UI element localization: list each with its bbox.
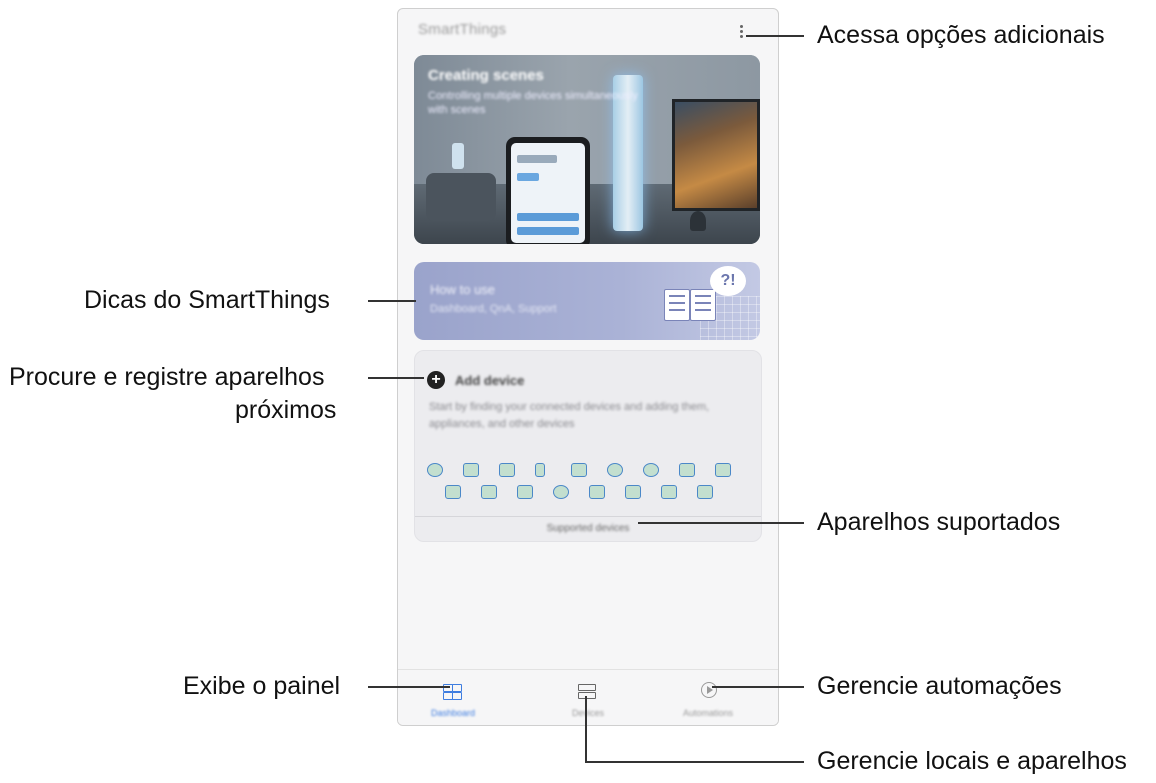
annotation-tips: Dicas do SmartThings	[84, 286, 330, 314]
annotation-locations-devices: Gerencie locais e aparelhos	[817, 747, 1127, 775]
tab-dashboard-label: Dashboard	[430, 708, 476, 718]
tab-devices-label: Devices	[571, 708, 604, 718]
app-title: SmartThings	[418, 21, 507, 38]
bottom-navigation: Dashboard Devices Automations	[398, 669, 778, 725]
sofa-illustration	[426, 173, 496, 221]
tv-illustration	[672, 99, 760, 211]
annotation-automations: Gerencie automações	[817, 672, 1062, 700]
callout-line-add	[368, 377, 424, 379]
callout-line-supported	[638, 522, 804, 524]
annotation-search-register-line1: Procure e registre aparelhos	[9, 363, 325, 391]
callout-line-automations	[712, 686, 804, 688]
supported-devices-label: Supported devices	[546, 523, 630, 534]
phone-illustration-screen	[511, 143, 585, 243]
lamp-illustration	[452, 143, 464, 169]
tab-devices[interactable]: Devices	[533, 670, 643, 725]
callout-line-tips	[368, 300, 416, 302]
callout-line-devices-vertical	[585, 696, 587, 762]
add-device-title[interactable]: Add device	[455, 373, 524, 388]
annotation-dashboard: Exibe o painel	[183, 672, 341, 700]
book-icon	[664, 289, 720, 323]
tab-automations[interactable]: Automations	[653, 670, 763, 725]
phone-illustration	[506, 137, 590, 244]
supported-device-icons	[425, 463, 751, 513]
devices-icon	[578, 684, 596, 699]
callout-line-devices-horizontal	[585, 761, 804, 763]
callout-line-more	[746, 35, 804, 37]
more-options-icon[interactable]	[736, 23, 746, 43]
phone-screen: SmartThings Creating scenes Controlling …	[397, 8, 779, 726]
supported-devices-button[interactable]: Supported devices	[415, 516, 761, 541]
speaker-illustration	[690, 211, 706, 231]
annotation-more-options: Acessa opções adicionais	[817, 21, 1105, 49]
annotation-supported-devices: Aparelhos suportados	[817, 508, 1061, 536]
question-bubble-icon: ?!	[710, 266, 746, 296]
banner-subtitle: Controlling multiple devices simultaneou…	[428, 90, 638, 116]
banner-title: Creating scenes	[428, 67, 544, 84]
add-device-description: Start by finding your connected devices …	[429, 401, 710, 430]
tips-card-title: How to use	[430, 282, 496, 297]
add-icon[interactable]: +	[427, 371, 445, 389]
add-device-card: + Add device Start by finding your conne…	[414, 350, 762, 542]
scenes-banner[interactable]: Creating scenes Controlling multiple dev…	[414, 55, 760, 244]
tab-automations-label: Automations	[682, 708, 734, 718]
tab-dashboard[interactable]: Dashboard	[398, 670, 508, 725]
automations-icon	[701, 682, 717, 698]
tips-card[interactable]: How to use Dashboard, QnA, Support ?!	[414, 262, 760, 340]
tips-card-subtitle: Dashboard, QnA, Support	[430, 303, 557, 315]
annotation-search-register-line2: próximos	[235, 396, 337, 424]
callout-line-dashboard	[368, 686, 450, 688]
